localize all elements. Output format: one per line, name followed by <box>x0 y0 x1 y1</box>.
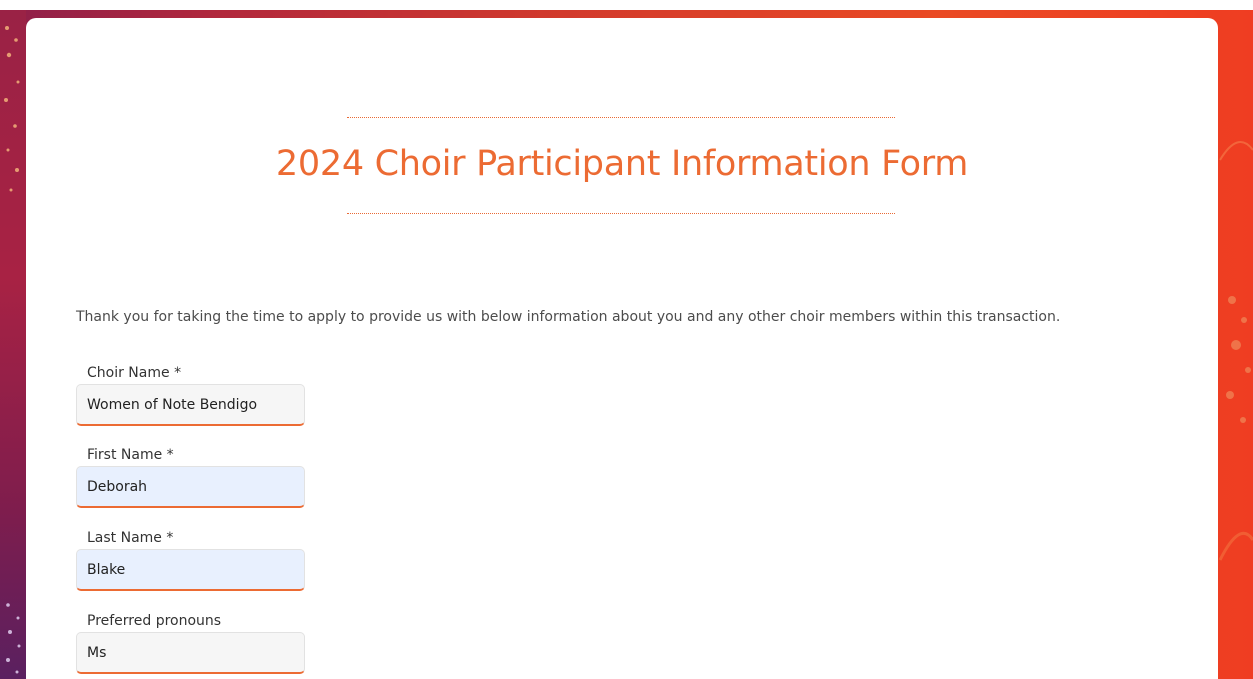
background-decor-left <box>0 10 26 679</box>
pronouns-field: Preferred pronouns <box>76 610 306 674</box>
page-title: 2024 Choir Participant Information Form <box>275 144 969 184</box>
first-name-label: First Name * <box>87 447 174 463</box>
title-divider-bottom <box>347 213 895 214</box>
title-divider-top <box>347 117 895 118</box>
first-name-field: First Name * <box>76 444 306 508</box>
pronouns-label: Preferred pronouns <box>87 613 222 629</box>
pronouns-input[interactable] <box>76 632 305 674</box>
choir-name-input[interactable] <box>76 384 305 426</box>
last-name-field: Last Name * <box>76 527 306 591</box>
top-strip <box>0 0 1253 10</box>
choir-name-field: Choir Name * <box>76 362 306 426</box>
last-name-label: Last Name * <box>87 530 174 546</box>
choir-name-label: Choir Name * <box>87 365 182 381</box>
first-name-input[interactable] <box>76 466 305 508</box>
last-name-input[interactable] <box>76 549 305 591</box>
form-card: 2024 Choir Participant Information Form … <box>26 18 1218 679</box>
intro-text: Thank you for taking the time to apply t… <box>76 309 1061 325</box>
